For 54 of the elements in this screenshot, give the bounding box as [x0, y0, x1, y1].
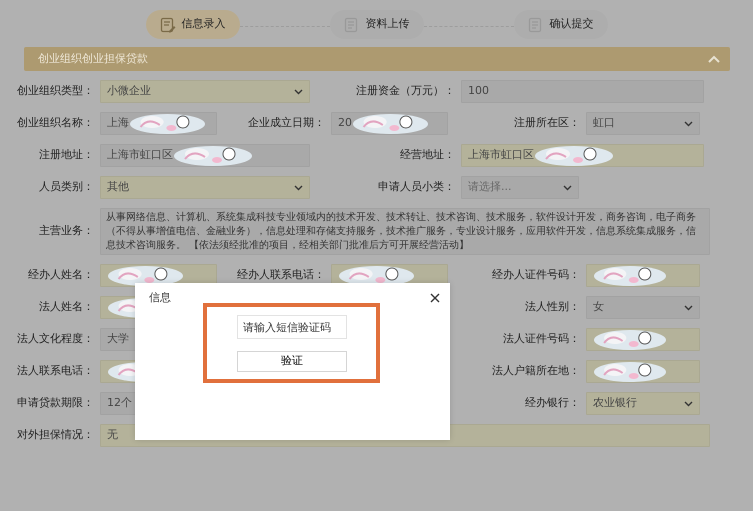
field-label: 注册所在区： [514, 116, 580, 130]
input-field[interactable] [586, 264, 700, 287]
step-tab[interactable]: 资料上传 [330, 10, 424, 39]
field-label: 法人联系电话： [17, 364, 94, 378]
step-tab[interactable]: 确认提交 [514, 10, 608, 39]
input-field[interactable]: 上海市虹口区 [100, 144, 310, 167]
field-label: 经办人证件号码： [492, 268, 580, 282]
field-label: 法人证件号码： [503, 332, 580, 346]
field-label: 经营地址： [400, 148, 455, 162]
dropdown[interactable]: 女 [586, 296, 700, 319]
verify-button[interactable]: 验证 [237, 351, 347, 372]
dropdown-caret-icon [563, 184, 572, 190]
dropdown[interactable]: 小微企业 [100, 80, 310, 103]
input-field[interactable] [586, 360, 700, 383]
field-label: 创业组织名称： [17, 116, 94, 130]
input-field[interactable]: 100 [461, 80, 704, 103]
text-area[interactable]: 从事网络信息、计算机、系统集成科技专业领域内的技术开发、技术转让、技术咨询、技术服务，软件设计开发，商务咨询，电子商务（不得从事增值电信、金融业务），信息处理和存储支持服务，技术推广服务，专业设计服务，应用软件开发，信息系统集成服务，信息技术咨询服务。 【依法须经批准的项目，经相关部门批准后方可开展经营活动】 [100, 208, 710, 255]
dropdown-caret-icon [294, 88, 303, 94]
field-label: 申请贷款期限： [17, 396, 94, 410]
dropdown[interactable]: 请选择... [461, 176, 579, 199]
close-button[interactable] [430, 293, 440, 303]
field-label: 注册资金（万元）： [356, 84, 455, 98]
dropdown-caret-icon [684, 120, 693, 126]
section-title: 创业组织创业担保贷款 [38, 50, 148, 67]
field-label: 经办银行： [525, 396, 580, 410]
dropdown[interactable]: 虹口 [586, 112, 700, 135]
step-tab[interactable]: 信息录入 [146, 10, 240, 39]
field-label: 法人户籍所在地： [492, 364, 580, 378]
field-label: 申请人员小类： [378, 180, 455, 194]
field-label: 法人文化程度： [17, 332, 94, 346]
dialog-title: 信息 [149, 290, 171, 306]
field-label: 对外担保情况： [17, 428, 94, 442]
document-icon [160, 16, 176, 32]
input-field[interactable]: 上海 [100, 112, 217, 135]
dropdown[interactable]: 其他 [100, 176, 310, 199]
field-label: 创业组织类型： [17, 84, 94, 98]
dropdown-caret-icon [294, 184, 303, 190]
field-label: 经办人联系电话： [237, 268, 325, 282]
dropdown[interactable]: 农业银行 [586, 392, 700, 415]
dropdown-caret-icon [684, 304, 693, 310]
dropdown-caret-icon [684, 400, 693, 406]
field-label: 主营业务： [39, 224, 94, 238]
field-label: 人员类别： [39, 180, 94, 194]
input-field[interactable]: 上海市虹口区 [461, 144, 704, 167]
input-field[interactable] [586, 328, 700, 351]
field-label: 经办人姓名： [28, 268, 94, 282]
close-icon [430, 293, 440, 303]
code-input-field[interactable]: 请输入短信验证码 [237, 315, 347, 339]
field-label: 注册地址： [39, 148, 94, 162]
field-label: 企业成立日期： [248, 116, 325, 130]
collapse-chevron-icon[interactable] [708, 55, 720, 63]
field-label: 法人姓名： [39, 300, 94, 314]
field-label: 法人性别： [525, 300, 580, 314]
input-field[interactable]: 20 [331, 112, 448, 135]
